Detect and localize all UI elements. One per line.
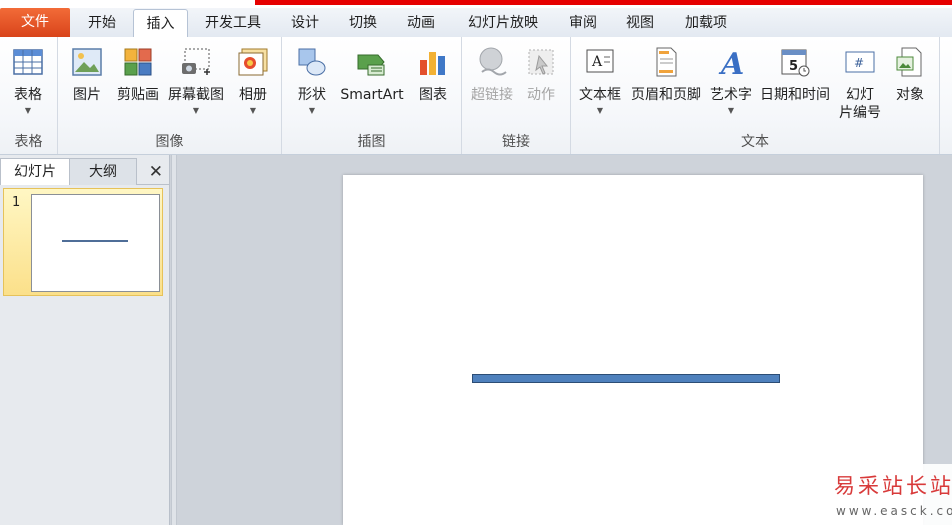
slide-number-icon: # [845, 51, 875, 73]
chart-label: 图表 [419, 87, 447, 103]
picture-button[interactable]: 图片 [66, 37, 108, 104]
tab-outline[interactable]: 大纲 [69, 158, 137, 185]
tab-slideshow[interactable]: 幻灯片放映 [458, 9, 548, 37]
object-label: 对象 [896, 87, 924, 103]
hyperlink-label: 超链接 [471, 87, 513, 103]
textbox-icon: A [586, 49, 614, 73]
tab-review[interactable]: 审阅 [561, 9, 605, 37]
hyperlink-button[interactable]: 超链接 [467, 37, 517, 104]
smartart-button[interactable]: SmartArt [337, 37, 407, 104]
tab-animations[interactable]: 动画 [399, 9, 443, 37]
chart-icon [420, 52, 445, 75]
group-links: 超链接 动作 链接 [462, 37, 571, 154]
group-text: A 文本框 ▼ 页眉和页脚 A 艺术字 ▼ 5 日期和时间 # 幻灯 片编号 对… [571, 37, 940, 154]
group-illustrations: 形状 ▼ SmartArt 图表 插图 [282, 37, 462, 154]
action-button[interactable]: 动作 [522, 37, 560, 104]
shapes-button[interactable]: 形状 ▼ [291, 37, 333, 116]
screenshot-button[interactable]: 屏幕截图 ▼ [165, 37, 227, 116]
svg-text:5: 5 [789, 59, 798, 74]
ribbon-tab-bar: 文件 开始 插入 开发工具 设计 切换 动画 幻灯片放映 审阅 视图 加载项 [0, 8, 952, 40]
title-strip [0, 0, 952, 8]
group-label-illustrations: 插图 [357, 134, 386, 150]
chevron-down-icon: ▼ [596, 106, 604, 115]
tab-home[interactable]: 开始 [80, 9, 124, 37]
table-button[interactable]: 表格 ▼ [5, 37, 51, 116]
hyperlink-globe-icon [479, 47, 507, 76]
tab-file[interactable]: 文件 [0, 8, 70, 37]
date-time-label: 日期和时间 [760, 87, 830, 103]
svg-text:#: # [854, 56, 864, 70]
slide-number-label: 幻灯 片编号 [839, 87, 881, 121]
red-banner [255, 0, 952, 5]
tab-insert[interactable]: 插入 [133, 9, 188, 40]
header-footer-label: 页眉和页脚 [631, 87, 701, 103]
svg-text:A: A [591, 54, 603, 70]
table-icon [13, 49, 43, 75]
tab-transitions[interactable]: 切换 [341, 9, 385, 37]
tab-addins[interactable]: 加载项 [676, 9, 736, 37]
header-footer-button[interactable]: 页眉和页脚 [627, 37, 705, 104]
table-label: 表格 [14, 87, 42, 103]
workspace: 幻灯片 大纲 ✕ 1 [0, 155, 952, 525]
calendar-icon: 5 [781, 49, 810, 77]
textbox-label: 文本框 [579, 87, 621, 103]
pane-tabs: 幻灯片 大纲 ✕ [0, 158, 169, 185]
header-footer-icon [656, 47, 677, 77]
tab-developer[interactable]: 开发工具 [196, 9, 270, 37]
watermark-title: 易采站长站 [834, 474, 952, 498]
chevron-down-icon: ▼ [192, 106, 200, 115]
object-button[interactable]: 对象 [889, 37, 931, 104]
chevron-down-icon: ▼ [727, 106, 735, 115]
group-images: 图片 剪贴画 屏幕截图 ▼ 相册 ▼ 图像 [58, 37, 282, 154]
close-pane-icon[interactable]: ✕ [149, 162, 163, 182]
action-icon [528, 49, 554, 75]
slide-thumbnail[interactable] [31, 194, 160, 292]
watermark-url: www.easck.com [836, 504, 952, 518]
picture-label: 图片 [73, 87, 101, 103]
date-time-button[interactable]: 5 日期和时间 [757, 37, 833, 104]
tab-view[interactable]: 视图 [618, 9, 662, 37]
clipart-label: 剪贴画 [117, 87, 159, 103]
action-label: 动作 [527, 87, 555, 103]
clipart-icon [124, 48, 152, 76]
chevron-down-icon: ▼ [308, 106, 316, 115]
chevron-down-icon: ▼ [249, 106, 257, 115]
album-button[interactable]: 相册 ▼ [232, 37, 274, 116]
smartart-label: SmartArt [340, 87, 404, 103]
watermark: 易采站长站 www.easck.com [828, 464, 952, 525]
wordart-icon: A [718, 47, 744, 78]
screenshot-icon [182, 48, 210, 75]
ribbon-insert: 表格 ▼ 表格 图片 剪贴画 屏幕截图 ▼ 相册 ▼ 图像 形状 ▼ Smart… [0, 37, 952, 155]
group-label-tables: 表格 [14, 134, 43, 150]
album-label: 相册 [239, 87, 267, 103]
slide-number-button[interactable]: # 幻灯 片编号 [837, 37, 883, 122]
slide-number: 1 [12, 195, 21, 210]
slides-pane: 幻灯片 大纲 ✕ 1 [0, 155, 170, 525]
screenshot-label: 屏幕截图 [168, 87, 224, 103]
thumbnail-line-shape [62, 240, 128, 242]
wordart-label: 艺术字 [710, 87, 752, 103]
smartart-icon [357, 54, 385, 76]
shapes-label: 形状 [298, 87, 326, 103]
group-tables: 表格 ▼ 表格 [0, 37, 58, 154]
slide-thumbnail-selected[interactable]: 1 [3, 188, 163, 296]
pane-splitter[interactable] [171, 155, 177, 525]
group-label-images: 图像 [155, 134, 184, 150]
chart-button[interactable]: 图表 [413, 37, 453, 104]
chevron-down-icon: ▼ [24, 106, 32, 115]
tab-design[interactable]: 设计 [283, 9, 327, 37]
group-label-links: 链接 [502, 134, 530, 150]
textbox-button[interactable]: A 文本框 ▼ [577, 37, 623, 116]
group-label-text: 文本 [741, 134, 769, 150]
photo-album-icon [238, 48, 268, 76]
object-icon [896, 47, 922, 77]
clipart-button[interactable]: 剪贴画 [114, 37, 162, 104]
wordart-button[interactable]: A 艺术字 ▼ [707, 37, 755, 116]
tab-slides[interactable]: 幻灯片 [0, 158, 70, 185]
shapes-icon [298, 48, 326, 76]
line-shape[interactable] [472, 374, 780, 383]
svg-text:A: A [718, 47, 744, 78]
picture-icon [72, 48, 102, 76]
